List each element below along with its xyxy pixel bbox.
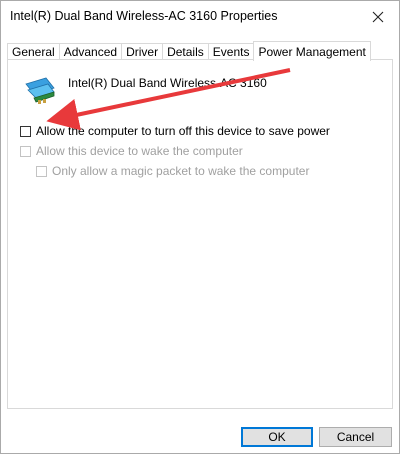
window-title: Intel(R) Dual Band Wireless-AC 3160 Prop… (10, 9, 278, 23)
properties-dialog: Intel(R) Dual Band Wireless-AC 3160 Prop… (0, 0, 400, 454)
tab-details[interactable]: Details (162, 43, 209, 60)
tab-events[interactable]: Events (207, 43, 255, 60)
allow-wake-option[interactable]: Allow this device to wake the computer (20, 144, 243, 158)
close-button[interactable] (365, 5, 391, 29)
power-management-panel: Intel(R) Dual Band Wireless-AC 3160 Allo… (7, 59, 393, 409)
magic-packet-checkbox[interactable] (36, 165, 47, 177)
cancel-button[interactable]: Cancel (319, 427, 392, 447)
device-name: Intel(R) Dual Band Wireless-AC 3160 (68, 76, 267, 90)
tab-power-management[interactable]: Power Management (253, 41, 371, 61)
tab-advanced[interactable]: Advanced (58, 43, 123, 60)
allow-turn-off-option[interactable]: Allow the computer to turn off this devi… (20, 124, 330, 138)
ok-button[interactable]: OK (241, 427, 313, 447)
network-adapter-icon (25, 77, 55, 104)
magic-packet-option[interactable]: Only allow a magic packet to wake the co… (36, 164, 309, 178)
allow-wake-checkbox[interactable] (20, 145, 31, 157)
tab-strip: General Advanced Driver Details Events P… (7, 41, 371, 61)
close-icon (372, 11, 384, 23)
tab-driver[interactable]: Driver (121, 43, 164, 60)
allow-turn-off-label: Allow the computer to turn off this devi… (36, 124, 330, 138)
title-bar[interactable]: Intel(R) Dual Band Wireless-AC 3160 Prop… (1, 1, 399, 33)
allow-turn-off-checkbox[interactable] (20, 125, 31, 137)
magic-packet-label: Only allow a magic packet to wake the co… (52, 164, 310, 178)
allow-wake-label: Allow this device to wake the computer (36, 144, 243, 158)
tab-general[interactable]: General (7, 43, 60, 60)
